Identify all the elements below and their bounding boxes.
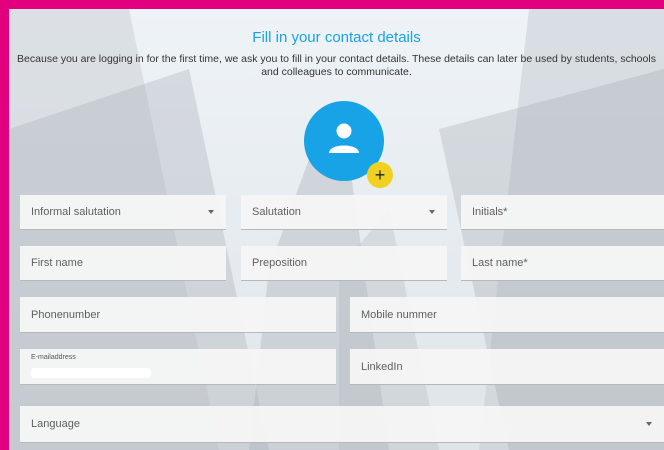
salutation-label: Salutation	[252, 206, 301, 218]
chevron-down-icon	[208, 210, 214, 214]
preposition-field[interactable]: Preposition	[241, 246, 447, 281]
linkedin-field[interactable]: LinkedIn	[350, 349, 664, 385]
last-name-field[interactable]: Last name*	[461, 246, 664, 281]
informal-salutation-label: Informal salutation	[31, 206, 121, 218]
phone-field[interactable]: Phonenumber	[20, 297, 336, 333]
language-label: Language	[31, 418, 80, 430]
person-icon	[329, 123, 359, 153]
last-name-label: Last name*	[472, 257, 528, 269]
chevron-down-icon	[429, 210, 435, 214]
initials-field[interactable]: Initials*	[461, 195, 664, 230]
preposition-label: Preposition	[252, 257, 308, 269]
page-title: Fill in your contact details	[252, 29, 421, 46]
first-name-label: First name	[31, 257, 83, 269]
mobile-field[interactable]: Mobile nummer	[350, 297, 664, 333]
email-label: E-mailaddress	[31, 354, 76, 361]
add-photo-button[interactable]: +	[367, 162, 393, 188]
salutation-select[interactable]: Salutation	[241, 195, 447, 230]
language-select[interactable]: Language	[20, 406, 664, 443]
email-value-redacted	[31, 368, 151, 378]
linkedin-label: LinkedIn	[361, 360, 403, 373]
main-panel: Fill in your contact details Because you…	[9, 9, 664, 450]
email-field[interactable]: E-mailaddress	[20, 349, 336, 385]
phone-label: Phonenumber	[31, 308, 101, 321]
informal-salutation-select[interactable]: Informal salutation	[20, 195, 226, 230]
initials-label: Initials*	[472, 206, 508, 218]
first-name-field[interactable]: First name	[20, 246, 226, 281]
mobile-label: Mobile nummer	[361, 308, 437, 321]
chevron-down-icon	[646, 422, 652, 426]
intro-text: Because you are logging in for the first…	[17, 53, 656, 78]
